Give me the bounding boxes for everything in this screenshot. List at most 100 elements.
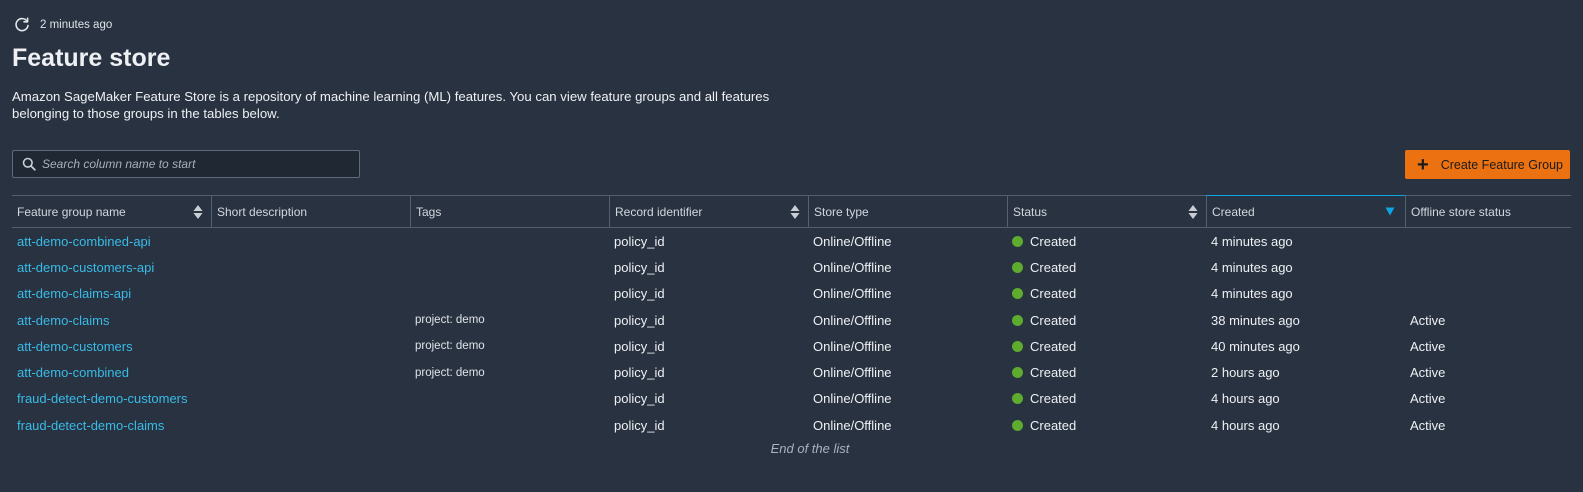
status-label: Created xyxy=(1030,259,1077,275)
status-cell: Created xyxy=(1007,412,1206,438)
tags-cell xyxy=(410,254,609,280)
store-type-cell: Online/Offline xyxy=(813,338,892,354)
column-header-tags: Tags xyxy=(410,196,609,227)
feature-group-name-link[interactable]: att-demo-combined xyxy=(12,359,211,385)
offline-store-status-cell xyxy=(1405,281,1571,307)
short-description-cell xyxy=(211,307,410,333)
refresh-icon[interactable] xyxy=(13,16,31,34)
column-header-label: Store type xyxy=(814,204,869,219)
column-header-label: Created xyxy=(1212,204,1255,219)
column-header-status[interactable]: Status xyxy=(1007,196,1206,227)
created-cell: 38 minutes ago xyxy=(1211,312,1300,328)
column-header-label: Short description xyxy=(217,204,308,219)
store-type-cell: Online/Offline xyxy=(813,259,892,275)
status-cell: Created xyxy=(1007,307,1206,333)
record-identifier-cell: policy_id xyxy=(614,391,665,407)
tags-cell xyxy=(410,228,609,254)
table-row: fraud-detect-demo-claims policy_id Online/… xyxy=(12,412,1571,438)
created-cell: 4 hours ago xyxy=(1211,391,1280,407)
created-cell: 2 hours ago xyxy=(1211,365,1280,381)
record-identifier-cell: policy_id xyxy=(614,312,665,328)
offline-store-status-cell: Active xyxy=(1410,391,1446,407)
feature-group-name-link[interactable]: fraud-detect-demo-customers xyxy=(12,386,211,412)
search-box[interactable] xyxy=(12,150,360,178)
status-success-icon xyxy=(1012,367,1023,379)
column-header-feature-group-name[interactable]: Feature group name xyxy=(12,196,211,227)
short-description-cell xyxy=(211,412,410,438)
sort-icon[interactable] xyxy=(193,204,203,220)
status-cell: Created xyxy=(1007,228,1206,254)
table-body: att-demo-combined-api policy_id Online/Off… xyxy=(12,228,1571,438)
status-success-icon xyxy=(1012,393,1023,405)
table-row: att-demo-combined project: demo policy_id O… xyxy=(12,359,1571,385)
record-identifier-cell: policy_id xyxy=(614,286,665,302)
feature-group-name-link[interactable]: att-demo-claims xyxy=(12,307,211,333)
create-feature-group-label: Create Feature Group xyxy=(1440,157,1563,172)
column-header-label: Feature group name xyxy=(17,204,126,219)
tags-cell: project: demo xyxy=(415,366,485,379)
feature-group-name-link[interactable]: att-demo-claims-api xyxy=(12,281,211,307)
feature-group-name-link[interactable]: att-demo-customers xyxy=(12,333,211,359)
tags-cell xyxy=(410,386,609,412)
status-success-icon xyxy=(1012,235,1023,247)
table-row: att-demo-customers-api policy_id Online/Of… xyxy=(12,254,1571,280)
status-label: Created xyxy=(1030,286,1077,302)
search-input[interactable] xyxy=(42,157,342,171)
table-header: Feature group name Short description Tag… xyxy=(12,195,1571,228)
sort-icon[interactable] xyxy=(1188,204,1198,220)
offline-store-status-cell xyxy=(1405,228,1571,254)
column-header-offline-store-status: Offline store status xyxy=(1405,196,1571,227)
short-description-cell xyxy=(211,359,410,385)
page-title: Feature store xyxy=(12,44,171,72)
status-cell: Created xyxy=(1007,333,1206,359)
refresh-control[interactable]: 2 minutes ago xyxy=(13,15,112,35)
record-identifier-cell: policy_id xyxy=(614,365,665,381)
store-type-cell: Online/Offline xyxy=(813,365,892,381)
status-success-icon xyxy=(1012,288,1023,300)
column-header-short-description: Short description xyxy=(211,196,410,227)
record-identifier-cell: policy_id xyxy=(614,338,665,354)
column-header-label: Offline store status xyxy=(1411,204,1511,219)
store-type-cell: Online/Offline xyxy=(813,391,892,407)
status-label: Created xyxy=(1030,365,1077,381)
status-cell: Created xyxy=(1007,359,1206,385)
table-row: att-demo-customers project: demo policy_id… xyxy=(12,333,1571,359)
status-success-icon xyxy=(1012,314,1023,326)
feature-group-name-link[interactable]: att-demo-customers-api xyxy=(12,254,211,280)
status-cell: Created xyxy=(1007,254,1206,280)
page-description: Amazon SageMaker Feature Store is a repo… xyxy=(12,89,770,121)
status-label: Created xyxy=(1030,312,1077,328)
offline-store-status-cell: Active xyxy=(1410,417,1446,433)
status-success-icon xyxy=(1012,261,1023,273)
status-label: Created xyxy=(1030,338,1077,354)
column-header-label: Status xyxy=(1013,204,1048,219)
column-header-record-identifier[interactable]: Record identifier xyxy=(609,196,808,227)
created-cell: 4 minutes ago xyxy=(1211,259,1293,275)
offline-store-status-cell: Active xyxy=(1410,338,1446,354)
status-label: Created xyxy=(1030,417,1077,433)
create-feature-group-button[interactable]: + Create Feature Group xyxy=(1405,150,1570,179)
table-row: att-demo-claims project: demo policy_id Onl… xyxy=(12,307,1571,333)
plus-icon: + xyxy=(1417,153,1429,176)
status-success-icon xyxy=(1012,340,1023,352)
created-cell: 4 minutes ago xyxy=(1211,286,1293,302)
status-cell: Created xyxy=(1007,386,1206,412)
record-identifier-cell: policy_id xyxy=(614,233,665,249)
status-success-icon xyxy=(1012,419,1023,431)
column-header-label: Record identifier xyxy=(615,204,703,219)
sort-icon[interactable] xyxy=(790,204,800,220)
column-header-created[interactable]: Created xyxy=(1206,195,1405,227)
tags-cell: project: demo xyxy=(415,314,485,327)
table-row: att-demo-claims-api policy_id Online/Offli… xyxy=(12,281,1571,307)
offline-store-status-cell xyxy=(1405,254,1571,280)
short-description-cell xyxy=(211,254,410,280)
sort-descending-icon[interactable] xyxy=(1385,207,1395,216)
record-identifier-cell: policy_id xyxy=(614,417,665,433)
record-identifier-cell: policy_id xyxy=(614,259,665,275)
feature-group-name-link[interactable]: att-demo-combined-api xyxy=(12,228,211,254)
feature-group-name-link[interactable]: fraud-detect-demo-claims xyxy=(12,412,211,438)
created-cell: 4 minutes ago xyxy=(1211,233,1293,249)
column-header-label: Tags xyxy=(416,204,442,219)
table-row: fraud-detect-demo-customers policy_id Onli… xyxy=(12,386,1571,412)
status-label: Created xyxy=(1030,233,1077,249)
